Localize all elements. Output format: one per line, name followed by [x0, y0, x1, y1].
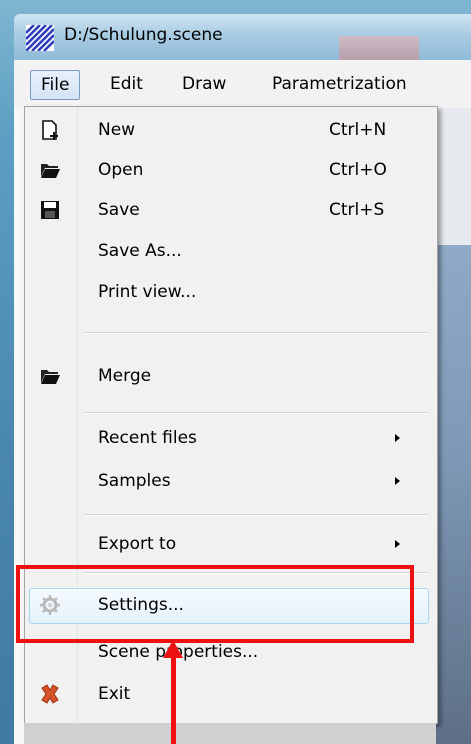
menu-parametrization[interactable]: Parametrization	[264, 70, 415, 98]
menu-item-samples[interactable]: Samples	[25, 462, 437, 500]
menu-item-open[interactable]: Open Ctrl+O	[25, 151, 437, 189]
menu-item-recent-files[interactable]: Recent files	[25, 419, 437, 457]
menu-item-label: Export to	[98, 534, 177, 554]
menu-clipped[interactable]: V	[466, 70, 471, 98]
menu-item-save[interactable]: Save Ctrl+S	[25, 191, 437, 229]
shortcut-label: Ctrl+N	[329, 120, 387, 140]
shortcut-label: Ctrl+O	[329, 160, 387, 180]
exit-x-icon	[41, 684, 59, 704]
menu-item-label: Samples	[98, 471, 171, 491]
menu-item-label: Merge	[98, 366, 152, 386]
menu-item-label: Save	[98, 200, 140, 220]
submenu-arrow-icon	[395, 434, 400, 442]
title-bar: D:/Schulung.scene	[14, 14, 471, 72]
app-logo-icon	[26, 25, 54, 51]
menu-separator	[83, 412, 429, 414]
menu-item-label: New	[98, 120, 136, 140]
folder-icon	[41, 370, 60, 384]
menu-draw[interactable]: Draw	[174, 70, 234, 98]
menu-bar: File Edit Draw Parametrization V	[14, 60, 471, 109]
folder-icon	[41, 164, 60, 178]
menu-item-label: Open	[98, 160, 144, 180]
shortcut-label: Ctrl+S	[329, 200, 385, 220]
menu-file[interactable]: File	[30, 70, 81, 100]
menu-separator	[83, 332, 429, 334]
annotation-highlight-box	[16, 565, 414, 643]
menu-item-print-view[interactable]: Print view...	[25, 273, 437, 311]
menu-separator	[83, 514, 429, 516]
submenu-arrow-icon	[395, 477, 400, 485]
annotation-arrow-shaft	[171, 653, 176, 744]
menu-item-label: Recent files	[98, 428, 197, 448]
menu-item-label: Exit	[98, 684, 131, 704]
menu-edit[interactable]: Edit	[102, 70, 151, 98]
menu-item-label: Save As...	[98, 241, 182, 261]
bottom-strip	[24, 723, 436, 744]
menu-item-merge[interactable]: Merge	[25, 357, 437, 395]
floppy-disk-icon	[41, 201, 59, 219]
menu-item-exit[interactable]: Exit	[25, 675, 437, 713]
menu-item-new[interactable]: New Ctrl+N	[25, 111, 437, 149]
menu-item-save-as[interactable]: Save As...	[25, 232, 437, 270]
side-panel	[14, 108, 24, 744]
new-file-icon	[42, 120, 58, 140]
submenu-arrow-icon	[395, 540, 400, 548]
application-window: D:/Schulung.scene File Edit Draw Paramet…	[0, 0, 471, 744]
menu-item-label: Print view...	[98, 282, 197, 302]
menu-item-export-to[interactable]: Export to	[25, 525, 437, 563]
window-title: D:/Schulung.scene	[64, 25, 223, 45]
